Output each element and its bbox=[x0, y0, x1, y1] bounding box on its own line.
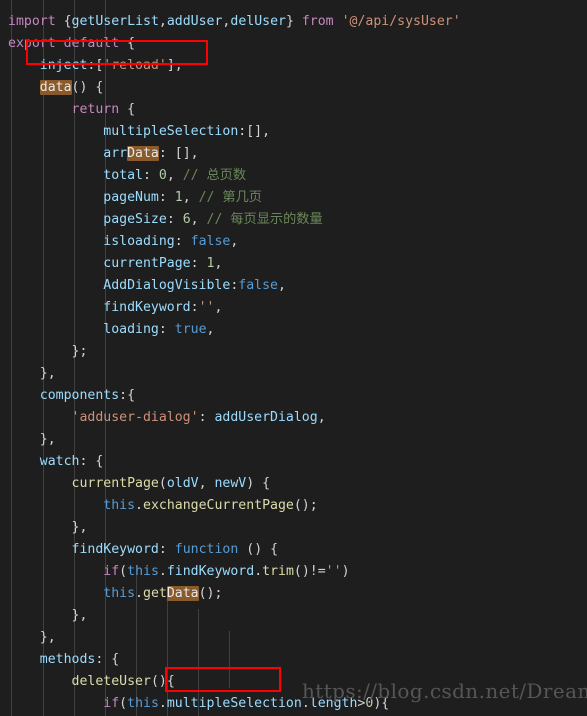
code-line: watch: { bbox=[39, 454, 104, 469]
code-line: pageNum: 1, // 第几页 bbox=[103, 190, 262, 205]
code-line: }, bbox=[71, 520, 88, 535]
code-line: import {getUserList,addUser,delUser} fro… bbox=[8, 14, 461, 29]
code-line: export default { bbox=[8, 36, 136, 51]
code-line: if(this.multipleSelection.length>0){ bbox=[103, 696, 390, 711]
code-line: 'adduser-dialog': addUserDialog, bbox=[71, 410, 326, 425]
code-line: loading: true, bbox=[103, 322, 215, 337]
code-line: data() { bbox=[39, 80, 104, 95]
code-line: this.getData(); bbox=[103, 586, 223, 601]
code-line: AddDialogVisible:false, bbox=[103, 278, 286, 293]
code-content[interactable]: , , , , import {getUserList,addUser,delU… bbox=[0, 0, 587, 716]
code-line: findKeyword:'', bbox=[103, 300, 223, 315]
code-line: }, bbox=[71, 608, 88, 623]
code-line: findKeyword: function () { bbox=[71, 542, 279, 557]
code-line: }, bbox=[39, 366, 56, 381]
code-line: multipleSelection:[], bbox=[103, 124, 271, 139]
code-line: methods: { bbox=[39, 652, 120, 667]
code-line: currentPage(oldV, newV) { bbox=[71, 476, 271, 491]
code-line: deleteUser(){ bbox=[71, 674, 175, 689]
code-line: }, bbox=[39, 432, 56, 447]
code-line: , , , , bbox=[0, 3, 587, 11]
code-line: pageSize: 6, // 每页显示的数量 bbox=[103, 212, 323, 227]
code-line: this.exchangeCurrentPage(); bbox=[103, 498, 318, 513]
code-line: isloading: false, bbox=[103, 234, 239, 249]
code-line: currentPage: 1, bbox=[103, 256, 223, 271]
code-line-inject: inject:['reload'], bbox=[39, 58, 183, 73]
code-line: total: 0, // 总页数 bbox=[103, 168, 247, 183]
code-line: return { bbox=[71, 102, 136, 117]
code-editor-viewport[interactable]: https://blog.csdn.net/Dream_xun , , , , … bbox=[0, 0, 587, 716]
code-line: }; bbox=[71, 344, 88, 359]
code-line: }, bbox=[39, 630, 56, 645]
code-line: arrData: [], bbox=[103, 146, 199, 161]
code-line: components:{ bbox=[39, 388, 136, 403]
code-line: if(this.findKeyword.trim()!='') bbox=[103, 564, 350, 579]
